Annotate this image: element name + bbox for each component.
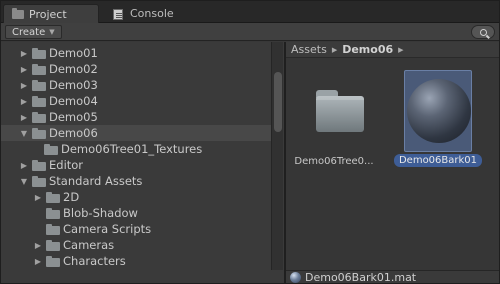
search-icon: [479, 28, 487, 36]
folder-icon: [32, 111, 46, 123]
tab-project-label: Project: [29, 7, 67, 21]
folder-icon: [46, 191, 60, 203]
breadcrumb-demo06[interactable]: Demo06: [342, 43, 393, 56]
tab-console[interactable]: Console: [105, 4, 225, 23]
search-button[interactable]: [471, 25, 495, 39]
expand-arrow-icon[interactable]: ▶: [19, 65, 29, 74]
asset-name: Demo06Bark01: [394, 154, 482, 167]
tree-item-editor[interactable]: ▶ Editor: [1, 157, 271, 173]
folder-icon: [32, 175, 46, 187]
folder-tree: ▶ Demo01 ▶ Demo02 ▶ Demo03 ▶ Demo04 ▶ De…: [1, 42, 284, 283]
tab-console-label: Console: [130, 7, 174, 20]
tree-item-demo06[interactable]: ▼ Demo06: [1, 125, 271, 141]
project-toolbar: Create ▼: [1, 23, 499, 41]
expand-arrow-icon[interactable]: ▶: [19, 113, 29, 122]
scrollbar-thumb[interactable]: [274, 72, 282, 132]
tree-item-camera-scripts[interactable]: Camera Scripts: [1, 221, 271, 237]
expand-arrow-icon[interactable]: ▶: [19, 49, 29, 58]
material-sphere-icon: [407, 75, 471, 147]
create-button-label: Create: [12, 26, 46, 38]
tree-item-2d[interactable]: ▶ 2D: [1, 189, 271, 205]
tree-item-cameras[interactable]: ▶ Cameras: [1, 237, 271, 253]
folder-icon: [32, 127, 46, 139]
folder-icon: [12, 8, 24, 19]
asset-thumbnail: [404, 70, 472, 152]
asset-thumbnail: [300, 70, 368, 152]
folder-icon: [46, 239, 60, 251]
breadcrumb-arrow-icon: ▶: [331, 45, 338, 54]
create-button[interactable]: Create ▼: [5, 25, 62, 39]
folder-icon: [46, 207, 60, 219]
dropdown-arrow-icon: ▼: [49, 28, 55, 36]
folder-icon: [46, 223, 60, 235]
expand-arrow-icon[interactable]: ▶: [19, 81, 29, 90]
folder-icon: [32, 79, 46, 91]
expand-arrow-icon[interactable]: ▶: [19, 161, 29, 170]
breadcrumb: Assets ▶ Demo06 ▶: [286, 42, 499, 58]
tab-bar: Project Console: [1, 1, 499, 23]
material-icon: [290, 271, 301, 283]
tab-project[interactable]: Project: [3, 4, 99, 23]
expand-arrow-icon[interactable]: ▶: [33, 257, 43, 266]
tree-item-standard-assets[interactable]: ▼ Standard Assets: [1, 173, 271, 189]
expand-arrow-icon[interactable]: ▶: [33, 193, 43, 202]
folder-icon: [32, 63, 46, 75]
folder-icon: [44, 143, 58, 155]
tree-item-demo04[interactable]: ▶ Demo04: [1, 93, 271, 109]
tree-item-characters[interactable]: ▶ Characters: [1, 253, 271, 269]
selected-asset-path: Demo06Bark01.mat: [305, 270, 417, 284]
tree-item-blob-shadow[interactable]: Blob-Shadow: [1, 205, 271, 221]
expand-arrow-icon[interactable]: ▶: [19, 97, 29, 106]
asset-name: Demo06Tree0...: [294, 156, 374, 167]
tree-scrollbar[interactable]: [271, 42, 283, 270]
folder-icon: [32, 47, 46, 59]
breadcrumb-assets[interactable]: Assets: [291, 43, 327, 56]
tree-item-demo02[interactable]: ▶ Demo02: [1, 61, 271, 77]
folder-icon: [316, 90, 364, 132]
tree-item-demo05[interactable]: ▶ Demo05: [1, 109, 271, 125]
collapse-arrow-icon[interactable]: ▼: [19, 129, 29, 138]
tree-item-demo06tree01-textures[interactable]: Demo06Tree01_Textures: [1, 141, 271, 157]
tree-item-demo01[interactable]: ▶ Demo01: [1, 45, 271, 61]
folder-icon: [32, 159, 46, 171]
asset-browser: Assets ▶ Demo06 ▶ Demo06Tree0... Demo06B…: [286, 42, 499, 284]
console-icon: [113, 8, 125, 20]
folder-icon: [32, 95, 46, 107]
collapse-arrow-icon[interactable]: ▼: [19, 177, 29, 186]
project-window: Project Console Create ▼ ▶ Demo01 ▶ Demo…: [0, 0, 500, 284]
expand-arrow-icon[interactable]: ▶: [33, 241, 43, 250]
folder-icon: [46, 255, 60, 267]
tree-item-demo03[interactable]: ▶ Demo03: [1, 77, 271, 93]
selection-status-bar: Demo06Bark01.mat: [286, 270, 499, 284]
breadcrumb-arrow-icon: ▶: [398, 45, 404, 54]
